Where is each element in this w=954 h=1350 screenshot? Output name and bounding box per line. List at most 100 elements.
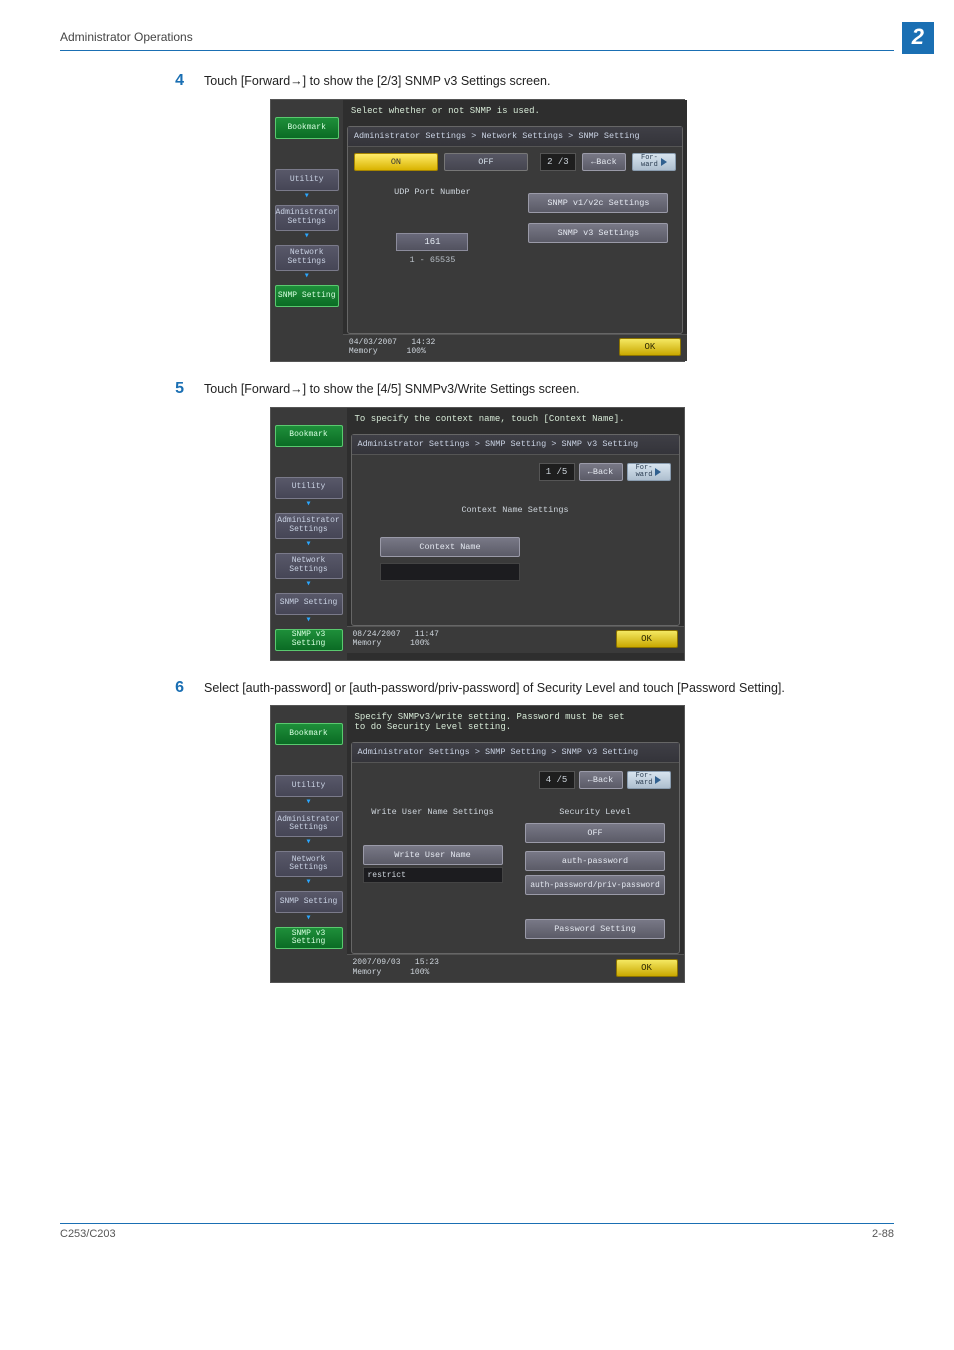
screenshot-snmp-2-3: Bookmark Utility ▾ AdministratorSettings… [270, 99, 685, 362]
page-indicator: 1 /5 [539, 463, 575, 481]
sidebar-network-settings[interactable]: NetworkSettings [275, 851, 343, 877]
page-indicator: 4 /5 [539, 771, 575, 789]
back-label: Back [596, 157, 616, 167]
forward-arrow-glyph: → [290, 74, 303, 88]
memory-value: 100% [410, 968, 429, 977]
chevron-down-icon: ▾ [271, 617, 347, 625]
ok-button[interactable]: OK [616, 630, 678, 648]
back-label: Back [593, 467, 613, 477]
back-button[interactable]: ←Back [579, 463, 623, 481]
udp-port-range: 1 - 65535 [409, 255, 455, 265]
ok-button[interactable]: OK [616, 959, 678, 977]
forward-button[interactable]: For-ward [632, 153, 676, 171]
chevron-down-icon: ▾ [271, 915, 347, 923]
chevron-down-icon: ▾ [271, 501, 347, 509]
security-level-off-button[interactable]: OFF [525, 823, 665, 843]
sidebar: Bookmark Utility ▾ AdministratorSettings… [271, 100, 343, 361]
sidebar-admin-settings[interactable]: AdministratorSettings [275, 205, 339, 231]
ok-button[interactable]: OK [619, 338, 681, 356]
sidebar-snmp-setting[interactable]: SNMP Setting [275, 593, 343, 615]
bookmark-button[interactable]: Bookmark [275, 723, 343, 745]
back-button[interactable]: ←Back [579, 771, 623, 789]
memory-label: Memory [353, 968, 382, 977]
breadcrumb: Administrator Settings > SNMP Setting > … [352, 743, 679, 763]
snmp-v3-settings-button[interactable]: SNMP v3 Settings [528, 223, 668, 243]
status-time: 11:47 [415, 630, 439, 639]
chevron-down-icon: ▾ [271, 839, 347, 847]
back-label: Back [593, 775, 613, 785]
footer-page: 2-88 [872, 1228, 894, 1240]
status-datetime: 04/03/2007 14:32 Memory 100% [349, 338, 435, 357]
chevron-down-icon: ▾ [271, 193, 343, 201]
udp-port-value[interactable]: 161 [396, 233, 468, 251]
bookmark-button[interactable]: Bookmark [275, 117, 339, 139]
status-time: 14:32 [411, 338, 435, 347]
sidebar-utility[interactable]: Utility [275, 775, 343, 797]
step-text-part: ] to show the [4/5] SNMPv3/Write Setting… [303, 382, 580, 396]
memory-value: 100% [407, 347, 426, 356]
security-level-auth-button[interactable]: auth-password [525, 851, 665, 871]
chevron-down-icon: ▾ [271, 581, 347, 589]
snmp-v1v2c-settings-button[interactable]: SNMP v1/v2c Settings [528, 193, 668, 213]
step-number: 5 [170, 380, 184, 399]
status-time: 15:23 [415, 958, 439, 967]
status-date: 2007/09/03 [353, 958, 401, 967]
sidebar-utility[interactable]: Utility [275, 477, 343, 499]
forward-label: For-ward [641, 155, 658, 169]
chevron-down-icon: ▾ [271, 273, 343, 281]
step-text-part: ] to show the [2/3] SNMP v3 Settings scr… [303, 74, 551, 88]
sidebar-network-settings[interactable]: NetworkSettings [275, 553, 343, 579]
sidebar-snmp-setting[interactable]: SNMP Setting [275, 285, 339, 307]
memory-label: Memory [349, 347, 378, 356]
chevron-down-icon: ▾ [271, 233, 343, 241]
chevron-down-icon: ▾ [271, 541, 347, 549]
step-number: 6 [170, 679, 184, 698]
header-rule [60, 50, 894, 51]
breadcrumb: Administrator Settings > SNMP Setting > … [352, 435, 679, 455]
chapter-badge: 2 [902, 22, 934, 54]
forward-arrow-icon [655, 468, 661, 476]
context-name-button[interactable]: Context Name [380, 537, 520, 557]
sidebar-snmp-setting[interactable]: SNMP Setting [275, 891, 343, 913]
step-6: 6 Select [auth-password] or [auth-passwo… [170, 679, 894, 698]
screen-message: Specify SNMPv3/write setting. Password m… [347, 706, 684, 742]
write-user-name-button[interactable]: Write User Name [363, 845, 503, 865]
on-button[interactable]: ON [354, 153, 438, 171]
forward-arrow-icon [655, 776, 661, 784]
memory-label: Memory [353, 639, 382, 648]
step-4: 4 Touch [Forward→] to show the [2/3] SNM… [170, 72, 894, 91]
sidebar-utility[interactable]: Utility [275, 169, 339, 191]
status-date: 04/03/2007 [349, 338, 397, 347]
step-text: Touch [Forward→] to show the [4/5] SNMPv… [204, 380, 580, 399]
memory-value: 100% [410, 639, 429, 648]
context-name-settings-title: Context Name Settings [358, 495, 673, 515]
context-name-value [380, 563, 520, 581]
screenshot-snmpv3-4-5: Bookmark Utility ▾ AdministratorSettings… [270, 705, 685, 982]
sidebar-snmp-v3-setting[interactable]: SNMP v3 Setting [275, 927, 343, 949]
off-button[interactable]: OFF [444, 153, 528, 171]
screenshot-snmpv3-1-5: Bookmark Utility ▾ AdministratorSettings… [270, 407, 685, 661]
write-user-name-value: restrict [363, 867, 503, 883]
back-button[interactable]: ←Back [582, 153, 626, 171]
sidebar-snmp-v3-setting[interactable]: SNMP v3 Setting [275, 629, 343, 651]
sidebar-admin-settings[interactable]: AdministratorSettings [275, 811, 343, 837]
chevron-down-icon: ▾ [271, 879, 347, 887]
bookmark-button[interactable]: Bookmark [275, 425, 343, 447]
chevron-down-icon: ▾ [271, 799, 347, 807]
sidebar-network-settings[interactable]: NetworkSettings [275, 245, 339, 271]
step-number: 4 [170, 72, 184, 91]
sidebar: Bookmark Utility ▾ AdministratorSettings… [271, 706, 347, 981]
forward-label: For-ward [636, 773, 653, 787]
sidebar-admin-settings[interactable]: AdministratorSettings [275, 513, 343, 539]
forward-button[interactable]: For-ward [627, 771, 671, 789]
write-user-name-settings-title: Write User Name Settings [371, 803, 493, 823]
forward-label: For-ward [636, 465, 653, 479]
step-text: Select [auth-password] or [auth-password… [204, 679, 785, 698]
status-datetime: 2007/09/03 15:23 Memory 100% [353, 958, 439, 977]
forward-button[interactable]: For-ward [627, 463, 671, 481]
password-setting-button[interactable]: Password Setting [525, 919, 665, 939]
security-level-authpriv-button[interactable]: auth-password/priv-password [525, 875, 665, 895]
sidebar: Bookmark Utility ▾ AdministratorSettings… [271, 408, 347, 660]
page-footer: C253/C203 2-88 [60, 1223, 894, 1240]
page-header: Administrator Operations 2 [60, 30, 894, 58]
